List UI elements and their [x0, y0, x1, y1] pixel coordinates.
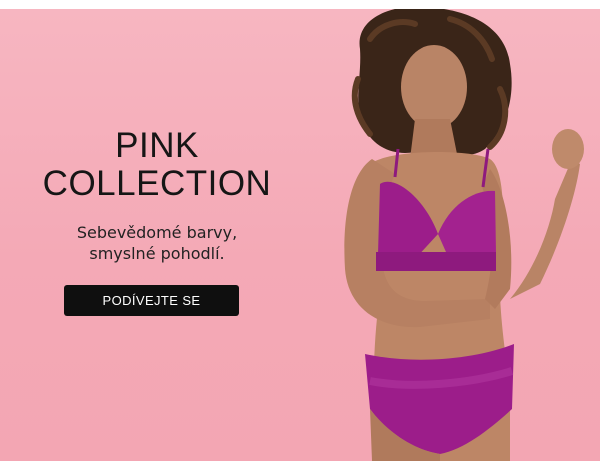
title-line-pink: PINK	[115, 126, 199, 165]
subtitle-line-1: Sebevědomé barvy,	[76, 223, 238, 242]
title-line-collection: COLLECTION	[42, 164, 272, 203]
pink-collection-banner[interactable]: PINK COLLECTION Sebevědomé barvy, smysln…	[0, 9, 600, 461]
subtitle-line-2: smyslné pohodlí.	[89, 244, 225, 263]
view-collection-button[interactable]: PODÍVEJTE SE	[64, 285, 239, 316]
subtitle: Sebevědomé barvy, smyslné pohodlí.	[20, 222, 294, 264]
model-photo	[344, 9, 584, 461]
banner-copy: PINK COLLECTION Sebevědomé barvy, smysln…	[20, 127, 294, 264]
